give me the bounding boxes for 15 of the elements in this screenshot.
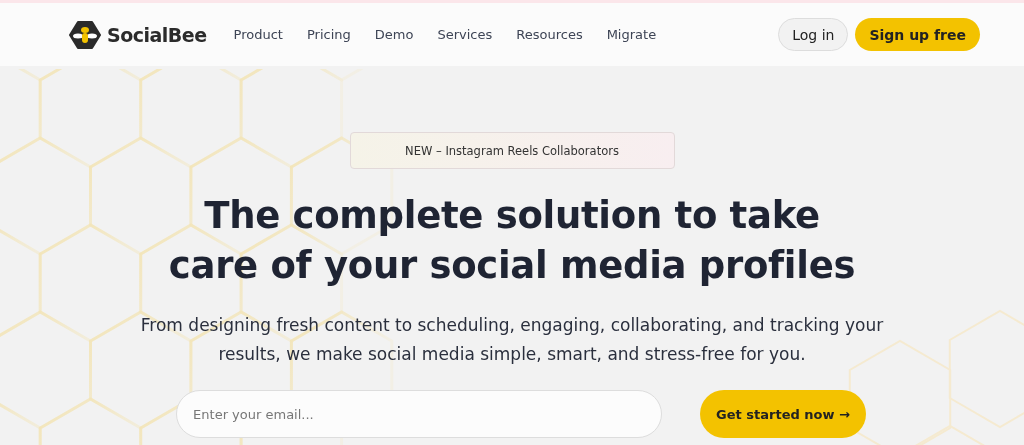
announcement-banner[interactable]: NEW – Instagram Reels Collaborators — [349, 132, 675, 169]
brand-name[interactable]: SocialBee — [107, 23, 207, 46]
get-started-button[interactable]: Get started now → — [700, 390, 866, 438]
nav-link[interactable]: Product — [233, 27, 283, 42]
subtitle: From designing fresh content to scheduling, engaging, collaborating, and tracking your results, we make social media simple, smart, and stress-free for you. — [139, 314, 885, 366]
login-button[interactable]: Log in — [778, 18, 849, 51]
nav-link[interactable]: Resources — [516, 27, 583, 42]
headline: The complete solution to take care of your social media profiles — [168, 193, 856, 289]
bee-logo-icon[interactable] — [69, 20, 101, 49]
nav-link[interactable]: Demo — [374, 27, 414, 42]
signup-button[interactable]: Sign up free — [855, 18, 980, 51]
nav-link[interactable]: Migrate — [606, 27, 657, 42]
nav-link[interactable]: Pricing — [306, 27, 351, 42]
nav-link[interactable]: Services — [437, 27, 493, 42]
email-field[interactable]: Enter your email... — [176, 390, 663, 438]
